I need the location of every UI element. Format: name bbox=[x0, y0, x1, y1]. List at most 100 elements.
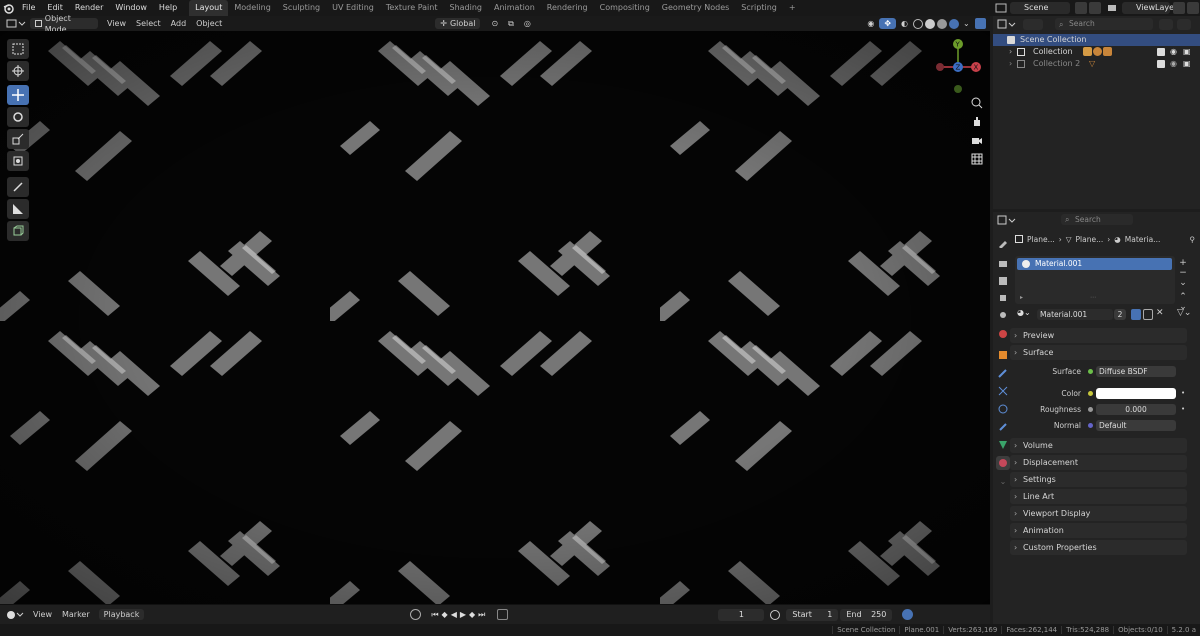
editor-type-icon[interactable] bbox=[6, 18, 30, 29]
eye-icon[interactable]: ◉ bbox=[1170, 58, 1177, 70]
shading-dropdown-icon[interactable]: ⌄ bbox=[963, 19, 971, 28]
camera-icon[interactable]: ▣ bbox=[1183, 58, 1191, 70]
eye-icon[interactable]: ◉ bbox=[1170, 46, 1177, 58]
new-scene-button[interactable] bbox=[1075, 2, 1087, 14]
panel-preview[interactable]: Preview bbox=[1010, 328, 1187, 343]
tool-tab-icon[interactable] bbox=[996, 236, 1010, 250]
play-reverse-icon[interactable]: ◀ bbox=[451, 610, 457, 620]
tab-layout[interactable]: Layout bbox=[189, 0, 229, 16]
pin-icon[interactable]: ⚲ bbox=[1190, 235, 1196, 244]
jump-end-icon[interactable]: ⏭ bbox=[478, 610, 485, 620]
panel-line-art[interactable]: Line Art bbox=[1010, 489, 1187, 504]
material-users-count[interactable]: 2 bbox=[1114, 309, 1126, 320]
pan-hand-icon[interactable] bbox=[969, 113, 985, 129]
menu-help[interactable]: Help bbox=[153, 0, 183, 16]
add-slot-button[interactable]: + bbox=[1177, 258, 1189, 268]
tab-compositing[interactable]: Compositing bbox=[594, 0, 656, 16]
start-frame-field[interactable]: Start 1 bbox=[786, 608, 839, 621]
fake-user-icon[interactable] bbox=[1131, 309, 1141, 320]
menu-window[interactable]: Window bbox=[109, 0, 153, 16]
tab-texture-paint[interactable]: Texture Paint bbox=[380, 0, 444, 16]
properties-editor-icon[interactable] bbox=[997, 215, 1017, 226]
roughness-field[interactable]: 0.000 bbox=[1096, 404, 1176, 415]
viewport-menu-view[interactable]: View bbox=[102, 18, 131, 29]
gizmo-neg-x-axis[interactable] bbox=[936, 63, 944, 71]
overlays-icon[interactable]: ◐ bbox=[896, 18, 913, 29]
filter-icon[interactable] bbox=[1159, 19, 1173, 30]
roughness-keyframe-icon[interactable]: • bbox=[1181, 405, 1185, 413]
normal-field[interactable]: Default bbox=[1096, 420, 1176, 431]
3d-viewport[interactable]: Y Z X bbox=[0, 31, 990, 604]
view-layer-tab-icon[interactable] bbox=[996, 291, 1010, 305]
outliner-row-collection[interactable]: › Collection ◉ ▣ bbox=[993, 46, 1200, 58]
properties-search-input[interactable]: Search bbox=[1061, 214, 1133, 225]
render-tab-icon[interactable] bbox=[996, 257, 1010, 271]
expand-icon[interactable]: › bbox=[1009, 58, 1012, 70]
timeline-menu-playback[interactable]: Playback bbox=[98, 609, 145, 620]
panel-displacement[interactable]: Displacement bbox=[1010, 455, 1187, 470]
data-tab-icon[interactable] bbox=[996, 438, 1010, 452]
timeline-menu-marker[interactable]: Marker bbox=[57, 609, 95, 620]
material-name-field[interactable]: Material.001 bbox=[1037, 309, 1113, 320]
proportional-edit-icon[interactable]: ◎ bbox=[519, 18, 536, 29]
roughness-socket-icon[interactable] bbox=[1088, 407, 1093, 412]
scene-selector[interactable]: Scene bbox=[1010, 2, 1070, 14]
view-layer-selector[interactable]: ViewLayer bbox=[1122, 2, 1177, 14]
panel-animation[interactable]: Animation bbox=[1010, 523, 1187, 538]
tab-uv-editing[interactable]: UV Editing bbox=[326, 0, 380, 16]
panel-volume[interactable]: Volume bbox=[1010, 438, 1187, 453]
material-slot-item[interactable]: Material.001 bbox=[1017, 258, 1172, 270]
texture-tab-icon[interactable]: ⌄ bbox=[996, 474, 1010, 488]
scale-tool[interactable] bbox=[7, 129, 29, 149]
transform-orientation-selector[interactable]: ✛ Global bbox=[435, 18, 481, 29]
cursor-tool[interactable] bbox=[7, 61, 29, 81]
play-icon[interactable]: ▶ bbox=[460, 610, 466, 620]
exclude-checkbox[interactable] bbox=[1157, 60, 1165, 68]
rendered-shading-icon[interactable] bbox=[949, 18, 959, 29]
jump-keyframe-back-icon[interactable]: ◆ bbox=[442, 610, 448, 620]
tab-modeling[interactable]: Modeling bbox=[228, 0, 276, 16]
tab-shading[interactable]: Shading bbox=[443, 0, 488, 16]
snap-icon[interactable]: ⧉ bbox=[503, 18, 519, 29]
outliner-row-collection-2[interactable]: › Collection 2 ▽ ◉ ▣ bbox=[993, 58, 1200, 70]
material-shading-icon[interactable] bbox=[937, 18, 947, 29]
navigation-gizmo[interactable]: Y Z X bbox=[930, 37, 986, 93]
annotate-tool[interactable] bbox=[7, 177, 29, 197]
perspective-grid-icon[interactable] bbox=[969, 151, 985, 167]
tab-animation[interactable]: Animation bbox=[488, 0, 541, 16]
measure-tool[interactable] bbox=[7, 199, 29, 219]
color-socket-icon[interactable] bbox=[1088, 391, 1093, 396]
select-box-tool[interactable] bbox=[7, 39, 29, 59]
gizmo-toggle-icon[interactable]: ✥ bbox=[879, 18, 897, 29]
particles-tab-icon[interactable] bbox=[996, 384, 1010, 398]
duplicate-material-icon[interactable] bbox=[1143, 309, 1153, 320]
gizmo-neg-y-axis[interactable] bbox=[954, 85, 962, 93]
list-resize-handle[interactable]: ⋯ bbox=[1090, 294, 1096, 301]
tab-sculpting[interactable]: Sculpting bbox=[277, 0, 326, 16]
zoom-icon[interactable] bbox=[969, 95, 985, 111]
tab-rendering[interactable]: Rendering bbox=[541, 0, 594, 16]
constraints-tab-icon[interactable] bbox=[996, 420, 1010, 434]
panel-viewport-display[interactable]: Viewport Display bbox=[1010, 506, 1187, 521]
blender-logo-icon[interactable] bbox=[0, 0, 16, 16]
wireframe-shading-icon[interactable] bbox=[913, 18, 923, 29]
viewport-menu-object[interactable]: Object bbox=[191, 18, 227, 29]
modifier-tab-icon[interactable] bbox=[996, 366, 1010, 380]
keying-icon[interactable] bbox=[497, 609, 509, 620]
tab-scripting[interactable]: Scripting bbox=[735, 0, 783, 16]
node-link-icon[interactable]: ▽⌄ bbox=[1177, 308, 1191, 318]
menu-file[interactable]: File bbox=[16, 0, 41, 16]
unlink-material-icon[interactable]: ✕ bbox=[1156, 308, 1164, 318]
jump-keyframe-forward-icon[interactable]: ◆ bbox=[469, 610, 475, 620]
current-frame-field[interactable]: 1 bbox=[718, 608, 765, 621]
sync-icon[interactable] bbox=[902, 609, 914, 620]
add-workspace-button[interactable]: + bbox=[783, 0, 802, 16]
expand-icon[interactable]: › bbox=[1009, 46, 1012, 58]
surface-socket-icon[interactable] bbox=[1088, 369, 1093, 374]
move-tool[interactable] bbox=[7, 85, 29, 105]
transform-tool[interactable] bbox=[7, 151, 29, 171]
delete-scene-button[interactable] bbox=[1089, 2, 1101, 14]
clock-icon[interactable] bbox=[770, 609, 781, 620]
visibility-icon[interactable]: ◉ bbox=[862, 18, 879, 29]
surface-shader-field[interactable]: Diffuse BSDF bbox=[1096, 366, 1176, 377]
